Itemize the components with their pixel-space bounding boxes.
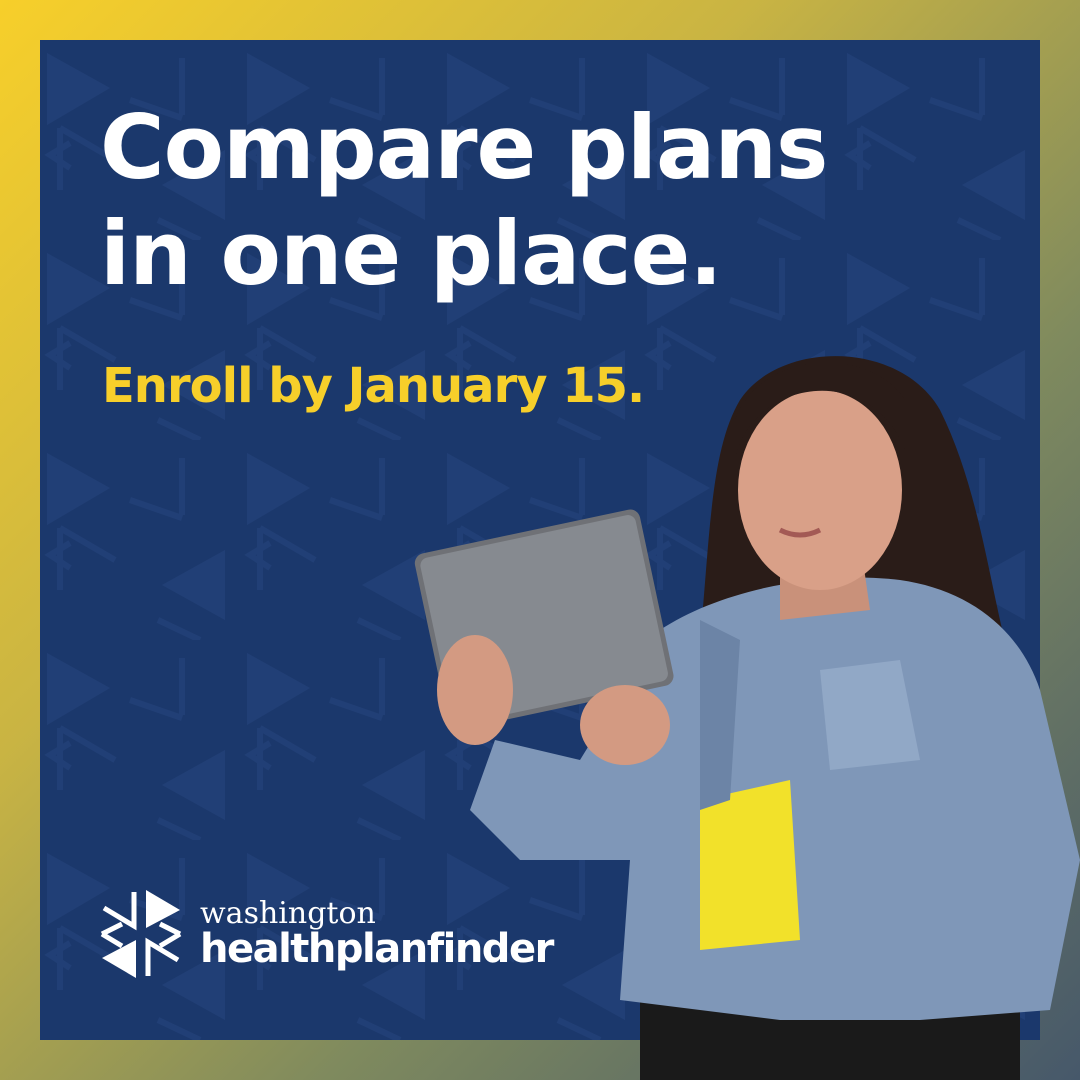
headline-line-2: in one place. [100, 202, 723, 305]
woman-with-tablet-photo [414, 356, 1080, 1080]
headline: Compare plans in one place. [100, 95, 828, 307]
headline-line-1: Compare plans [100, 96, 828, 199]
logo-star-icon [100, 890, 182, 978]
